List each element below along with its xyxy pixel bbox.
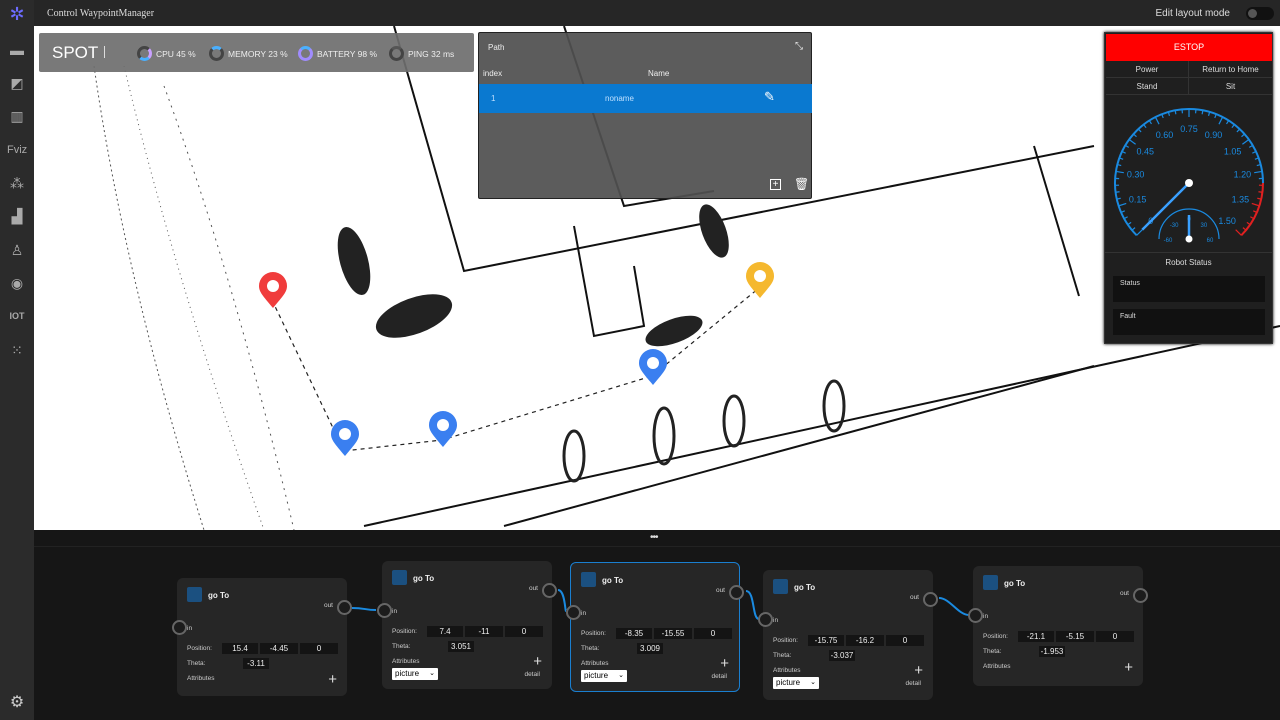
in-port[interactable] <box>566 605 581 620</box>
in-port[interactable] <box>172 620 187 635</box>
theta-input[interactable]: -3.037 <box>829 650 855 661</box>
out-label: out <box>528 585 538 592</box>
attribute-select-value: picture <box>395 669 420 678</box>
in-label: in <box>773 617 779 624</box>
theta-label: Theta: <box>581 645 600 652</box>
position-z-input[interactable]: 0 <box>694 628 732 639</box>
theta-label: Theta: <box>773 652 792 659</box>
theta-input[interactable]: 3.009 <box>637 643 663 654</box>
add-attribute-icon[interactable]: + <box>720 656 729 671</box>
goto-node[interactable]: go To in out Position: -15.75 -16.2 0 Th… <box>758 570 938 700</box>
theta-label: Theta: <box>983 648 1002 655</box>
node-title: go To <box>208 591 230 600</box>
attribute-select[interactable]: picture ⌄ <box>581 670 627 682</box>
theta-label: Theta: <box>392 643 411 650</box>
attribute-select[interactable]: picture ⌄ <box>392 668 438 680</box>
theta-input[interactable]: -3.11 <box>243 658 269 669</box>
node-icon <box>773 579 788 594</box>
goto-node[interactable]: go To in out Position: 7.4 -11 0 Theta: … <box>377 561 557 689</box>
position-x-input[interactable]: -15.75 <box>808 635 844 646</box>
goto-node[interactable]: go To in out Position: 15.4 -4.45 0 Thet… <box>172 578 352 696</box>
attributes-label: Attributes <box>581 660 609 667</box>
in-label: in <box>581 610 587 617</box>
position-x-input[interactable]: -8.35 <box>616 628 652 639</box>
goto-node[interactable]: go To in out Position: -8.35 -15.55 0 Th… <box>566 562 744 692</box>
position-x-input[interactable]: -21.1 <box>1018 631 1054 642</box>
position-label: Position: <box>187 645 212 652</box>
goto-node[interactable]: go To in out Position: -21.1 -5.15 0 The… <box>968 566 1148 686</box>
out-label: out <box>909 594 919 601</box>
theta-label: Theta: <box>187 660 206 667</box>
position-label: Position: <box>983 633 1008 640</box>
theta-input[interactable]: 3.051 <box>448 641 474 652</box>
out-label: out <box>1119 590 1129 597</box>
out-port[interactable] <box>1133 588 1148 603</box>
in-port[interactable] <box>968 608 983 623</box>
node-title: go To <box>1004 579 1026 588</box>
in-port[interactable] <box>377 603 392 618</box>
detail-label: detail <box>711 673 727 680</box>
chevron-down-icon: ⌄ <box>810 679 816 686</box>
position-label: Position: <box>392 628 417 635</box>
attributes-label: Attributes <box>187 675 215 682</box>
position-label: Position: <box>581 630 606 637</box>
node-icon <box>983 575 998 590</box>
position-z-input[interactable]: 0 <box>505 626 543 637</box>
out-port[interactable] <box>923 592 938 607</box>
position-y-input[interactable]: -4.45 <box>260 643 298 654</box>
node-title: go To <box>794 583 816 592</box>
out-port[interactable] <box>542 583 557 598</box>
attributes-label: Attributes <box>392 658 420 665</box>
in-label: in <box>187 625 193 632</box>
attribute-select[interactable]: picture ⌄ <box>773 677 819 689</box>
out-port[interactable] <box>729 585 744 600</box>
out-port[interactable] <box>337 600 352 615</box>
position-x-input[interactable]: 7.4 <box>427 626 463 637</box>
add-attribute-icon[interactable]: + <box>914 663 923 678</box>
detail-label: detail <box>524 671 540 678</box>
out-label: out <box>323 602 333 609</box>
node-title: go To <box>413 574 435 583</box>
attributes-label: Attributes <box>773 667 801 674</box>
in-label: in <box>392 608 398 615</box>
position-y-input[interactable]: -11 <box>465 626 503 637</box>
node-icon <box>581 572 596 587</box>
add-attribute-icon[interactable]: + <box>1124 660 1133 675</box>
attribute-select-value: picture <box>776 678 801 687</box>
node-icon <box>187 587 202 602</box>
position-y-input[interactable]: -5.15 <box>1056 631 1094 642</box>
add-attribute-icon[interactable]: + <box>533 654 542 669</box>
position-x-input[interactable]: 15.4 <box>222 643 258 654</box>
in-label: in <box>983 613 989 620</box>
out-label: out <box>715 587 725 594</box>
in-port[interactable] <box>758 612 773 627</box>
attribute-select-value: picture <box>584 671 609 680</box>
position-label: Position: <box>773 637 798 644</box>
node-title: go To <box>602 576 624 585</box>
position-z-input[interactable]: 0 <box>1096 631 1134 642</box>
chevron-down-icon: ⌄ <box>429 670 435 677</box>
node-icon <box>392 570 407 585</box>
position-z-input[interactable]: 0 <box>886 635 924 646</box>
detail-label: detail <box>905 680 921 687</box>
add-attribute-icon[interactable]: + <box>328 672 337 687</box>
theta-input[interactable]: -1.953 <box>1039 646 1065 657</box>
chevron-down-icon: ⌄ <box>618 672 624 679</box>
position-y-input[interactable]: -15.55 <box>654 628 692 639</box>
position-z-input[interactable]: 0 <box>300 643 338 654</box>
position-y-input[interactable]: -16.2 <box>846 635 884 646</box>
attributes-label: Attributes <box>983 663 1011 670</box>
